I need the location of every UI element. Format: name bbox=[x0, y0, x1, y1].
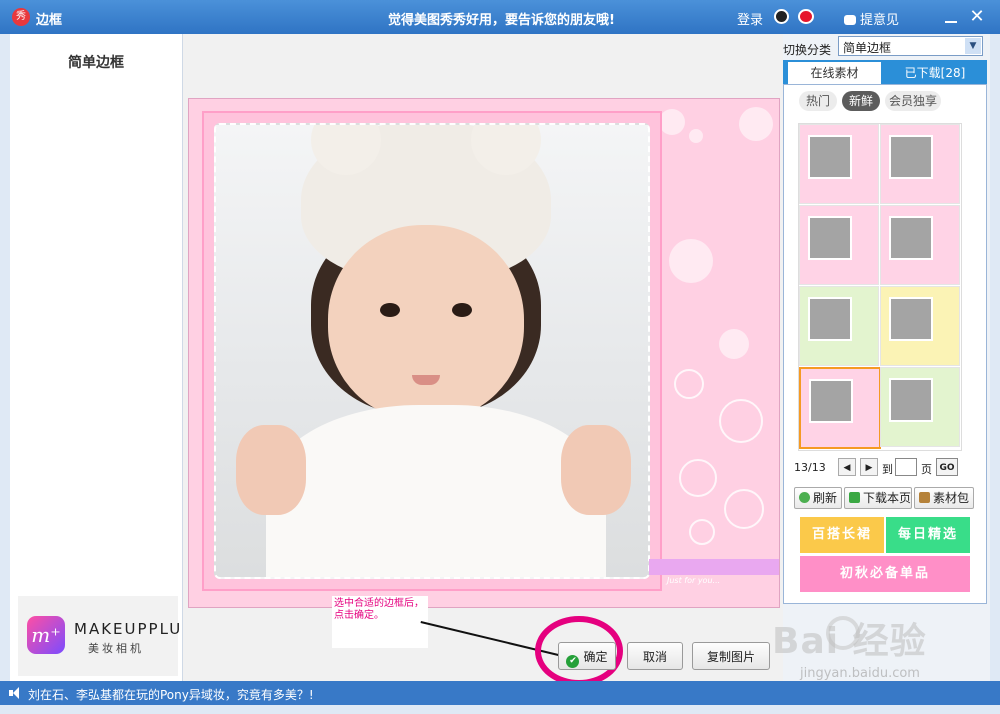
promo-brand: MAKEUPPLUS bbox=[74, 620, 194, 638]
frame-thumbnail[interactable] bbox=[799, 286, 879, 366]
left-panel: 简单边框 m⁺ MAKEUPPLUS 美妆相机 bbox=[10, 34, 192, 681]
preview-area: Just for you... 选中合适的边框后，点击确定。 ✔ 确定 取消 复制… bbox=[183, 34, 783, 686]
thumbnail-photo-slot bbox=[889, 216, 933, 260]
download-page-button[interactable]: 下载本页 bbox=[844, 487, 912, 509]
refresh-icon bbox=[799, 492, 810, 503]
flower-shape bbox=[689, 519, 715, 545]
title-bar: 秀 边框 觉得美图秀秀好用，要告诉您的朋友哦! 登录 提意见 ✕ bbox=[0, 0, 1000, 34]
weibo-icon[interactable] bbox=[798, 9, 814, 24]
chat-bubble-icon bbox=[844, 15, 856, 25]
tutorial-note-text: 选中合适的边框后，点击确定。 bbox=[334, 598, 424, 621]
subtab-new[interactable]: 新鲜 bbox=[842, 91, 880, 111]
flower-shape bbox=[719, 399, 763, 443]
news-ticker[interactable]: 刘在石、李弘基都在玩的Pony异域妆，究竟有多美？! bbox=[28, 686, 314, 703]
promo-ad[interactable]: m⁺ MAKEUPPLUS 美妆相机 bbox=[18, 596, 192, 676]
promo-subtitle: 美妆相机 bbox=[88, 642, 144, 655]
feedback-link[interactable]: 提意见 bbox=[844, 9, 899, 28]
material-pack-button[interactable]: 素材包 bbox=[914, 487, 974, 509]
ad-banner[interactable]: 初秋必备单品 bbox=[800, 556, 970, 592]
photo-eye bbox=[452, 303, 472, 317]
thumbnail-photo-slot bbox=[889, 297, 933, 341]
thumbnail-photo-slot bbox=[808, 297, 852, 341]
window-title: 边框 bbox=[36, 13, 63, 28]
slogan-text: 觉得美图秀秀好用，要告诉您的朋友哦! bbox=[388, 13, 615, 28]
close-button[interactable]: ✕ bbox=[966, 6, 988, 28]
package-icon bbox=[919, 492, 930, 503]
go-button[interactable]: GO bbox=[936, 458, 958, 476]
speaker-icon bbox=[9, 687, 21, 699]
feedback-label: 提意见 bbox=[860, 13, 900, 28]
minimize-button[interactable] bbox=[940, 6, 962, 28]
thumbnail-photo-slot bbox=[808, 216, 852, 260]
check-icon: ✔ bbox=[566, 655, 580, 668]
tab-downloaded[interactable]: 已下载[28] bbox=[885, 62, 985, 84]
photo-shirt bbox=[266, 405, 606, 577]
flower-shape bbox=[674, 369, 704, 399]
frame-caption: Just for you... bbox=[667, 576, 721, 585]
page-indicator: 13/13 bbox=[794, 461, 826, 474]
material-list: 热门 新鲜 会员独享 13/13 ◀ ▶ 到 页 GO 刷新 下载本页 素材包 … bbox=[783, 84, 987, 604]
flower-decoration bbox=[664, 99, 779, 607]
refresh-label: 刷新 bbox=[813, 491, 838, 505]
ad-banner[interactable]: 百搭长裙 bbox=[800, 517, 884, 553]
subtab-hot[interactable]: 热门 bbox=[799, 91, 837, 111]
category-label: 切换分类 bbox=[783, 43, 832, 57]
frame-thumbnail[interactable] bbox=[880, 286, 960, 366]
frame-preview: Just for you... bbox=[188, 98, 780, 608]
photo-hand bbox=[561, 425, 631, 515]
photo-eye bbox=[380, 303, 400, 317]
flower-shape bbox=[679, 459, 717, 497]
thumbnail-photo-slot bbox=[889, 378, 933, 422]
category-select-value: 简单边框 bbox=[843, 41, 892, 55]
pager: 13/13 ◀ ▶ 到 页 GO bbox=[794, 457, 984, 477]
download-icon bbox=[849, 492, 860, 503]
ok-label: 确定 bbox=[583, 650, 608, 664]
ribbon bbox=[649, 559, 779, 575]
ad-banner[interactable]: 每日精选 bbox=[886, 517, 970, 553]
subtab-vip[interactable]: 会员独享 bbox=[885, 91, 941, 111]
category-heading: 简单边框 bbox=[68, 55, 124, 71]
child-photo bbox=[214, 123, 650, 579]
photo-mouth bbox=[412, 375, 440, 385]
cancel-button[interactable]: 取消 bbox=[627, 642, 683, 670]
frame-thumbnail[interactable] bbox=[880, 124, 960, 204]
photo-hand bbox=[236, 425, 306, 515]
page-number-input[interactable] bbox=[895, 458, 917, 476]
photo-face bbox=[328, 225, 524, 421]
material-tabs: 在线素材 已下载[28] bbox=[783, 60, 987, 84]
watermark: Bai 经验 bbox=[772, 621, 927, 662]
flower-shape bbox=[724, 489, 764, 529]
category-select[interactable]: 简单边框 ▼ bbox=[838, 36, 983, 56]
makeupplus-logo-icon: m⁺ bbox=[27, 616, 65, 654]
frame-thumbnails bbox=[798, 123, 962, 451]
login-link[interactable]: 登录 bbox=[737, 9, 763, 28]
watermark-url: jingyan.baidu.com bbox=[800, 666, 920, 681]
frame-thumbnail[interactable] bbox=[880, 367, 960, 447]
material-panel: 切换分类 简单边框 ▼ 在线素材 已下载[28] 热门 新鲜 会员独享 13/1… bbox=[783, 34, 990, 681]
thumbnail-photo-slot bbox=[889, 135, 933, 179]
tab-online[interactable]: 在线素材 bbox=[788, 62, 881, 84]
qq-icon[interactable] bbox=[774, 9, 789, 24]
page-unit-label: 页 bbox=[921, 463, 932, 476]
material-pack-label: 素材包 bbox=[933, 491, 970, 505]
chevron-down-icon: ▼ bbox=[965, 38, 981, 54]
prev-page-button[interactable]: ◀ bbox=[838, 458, 856, 476]
frame-thumbnail[interactable] bbox=[880, 205, 960, 285]
thumbnail-photo-slot bbox=[808, 135, 852, 179]
ok-button[interactable]: ✔ 确定 bbox=[558, 642, 616, 670]
tutorial-note: 选中合适的边框后，点击确定。 bbox=[332, 596, 428, 648]
goto-label: 到 bbox=[882, 463, 893, 476]
frame-thumbnail-selected[interactable] bbox=[799, 367, 881, 449]
next-page-button[interactable]: ▶ bbox=[860, 458, 878, 476]
status-bar: 刘在石、李弘基都在玩的Pony异域妆，究竟有多美？! bbox=[0, 681, 1000, 705]
app-logo-icon: 秀 bbox=[12, 8, 30, 26]
frame-thumbnail[interactable] bbox=[799, 124, 879, 204]
download-page-label: 下载本页 bbox=[863, 491, 912, 505]
refresh-button[interactable]: 刷新 bbox=[794, 487, 842, 509]
thumbnail-photo-slot bbox=[809, 379, 853, 423]
inner-frame-border bbox=[202, 111, 662, 591]
copy-image-button[interactable]: 复制图片 bbox=[692, 642, 770, 670]
frame-thumbnail[interactable] bbox=[799, 205, 879, 285]
